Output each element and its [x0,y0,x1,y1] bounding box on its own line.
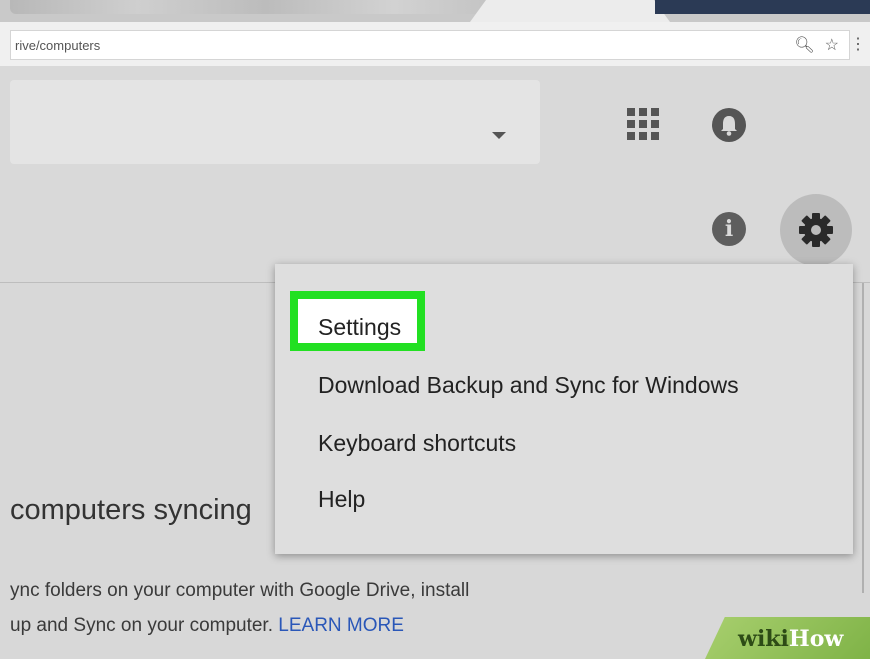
settings-button[interactable] [780,194,852,266]
bell-icon[interactable] [712,108,746,142]
address-bar: rive/computers 🔍︎ ☆ ⋮ [0,22,870,67]
menu-item-keyboard-shortcuts[interactable]: Keyboard shortcuts [318,430,516,457]
info-icon[interactable]: i [712,212,746,246]
caret-down-icon[interactable] [492,132,506,139]
gear-icon [799,213,833,247]
apps-grid-icon[interactable] [627,108,659,140]
description-line-2: up and Sync on your computer. LEARN MORE [10,615,404,636]
menu-item-download-backup-sync[interactable]: Download Backup and Sync for Windows [318,372,739,399]
empty-state-description: ync folders on your computer with Google… [10,573,610,643]
browser-tab-strip [0,0,870,22]
active-tab[interactable] [470,0,670,22]
learn-more-link[interactable]: LEARN MORE [278,615,404,636]
menu-item-settings[interactable]: Settings [318,314,401,341]
star-icon[interactable]: ☆ [825,35,839,55]
wikihow-logo: wikiHow [738,626,844,652]
window-edge [655,0,870,14]
zoom-icon[interactable]: 🔍︎ [794,35,814,55]
url-text: rive/computers [15,38,101,53]
menu-item-help[interactable]: Help [318,486,365,513]
description-line-1: ync folders on your computer with Google… [10,580,470,601]
settings-menu: Settings Download Backup and Sync for Wi… [275,264,853,554]
search-box[interactable] [10,80,540,164]
scrollbar[interactable] [862,283,864,593]
more-vert-icon[interactable]: ⋮ [850,34,866,54]
drive-header [0,66,870,178]
empty-state-heading: computers syncing [10,494,252,526]
url-field[interactable]: rive/computers 🔍︎ ☆ [10,30,850,60]
